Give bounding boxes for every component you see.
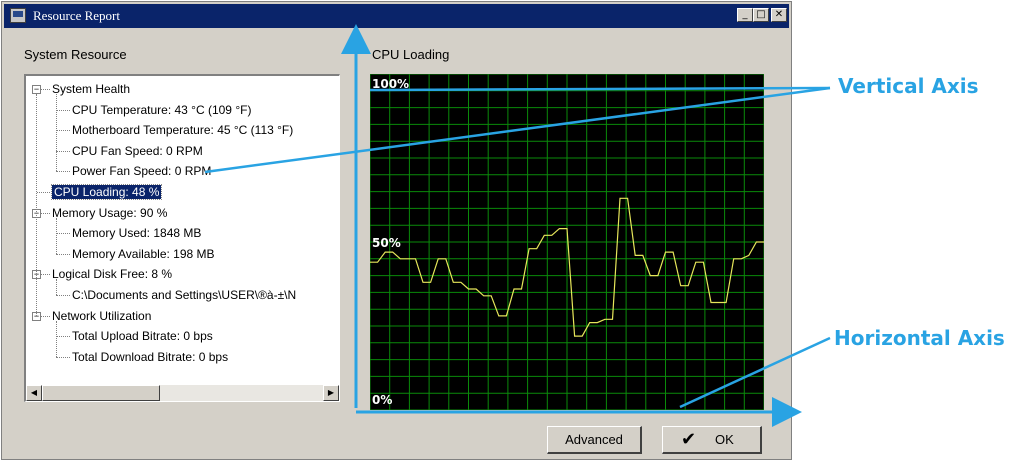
vertical-axis-callout: Vertical Axis — [838, 74, 979, 98]
tree-connector — [36, 94, 37, 316]
window-title: Resource Report — [33, 8, 121, 23]
tree-item-label: System Health — [52, 82, 131, 96]
maximize-button[interactable]: □ — [753, 8, 769, 22]
horizontal-scrollbar[interactable]: ◀ ▶ — [26, 385, 339, 401]
tree-item[interactable]: Network Utilization — [52, 306, 151, 326]
y-tick-label: 0% — [372, 393, 392, 407]
scroll-left-button[interactable]: ◀ — [26, 385, 42, 401]
tree-item[interactable]: Motherboard Temperature: 45 °C (113 °F) — [72, 120, 293, 140]
tree-item[interactable]: Memory Available: 198 MB — [72, 244, 215, 264]
tree-connector — [56, 130, 70, 132]
scroll-right-button[interactable]: ▶ — [323, 385, 339, 401]
tree-item-label: Total Download Bitrate: 0 bps — [72, 349, 229, 364]
tree-connector — [41, 274, 50, 276]
tree-connector — [56, 171, 70, 173]
chart-grid — [370, 74, 764, 410]
tree-item[interactable]: CPU Fan Speed: 0 RPM — [72, 141, 203, 161]
tree-item[interactable]: CPU Temperature: 43 °C (109 °F) — [72, 100, 251, 120]
tree-item-label: Power Fan Speed: 0 RPM — [72, 164, 212, 179]
tree-item-label: Memory Used: 1848 MB — [72, 226, 202, 241]
checkmark-icon: ✔ — [681, 429, 697, 449]
tree-connector — [56, 279, 57, 295]
tree-item-label: CPU Temperature: 43 °C (109 °F) — [72, 102, 252, 117]
system-resource-tree[interactable]: System Health − CPU Temperature: 43 °C (10… — [24, 74, 340, 402]
title-bar[interactable]: Resource Report _ □ ✕ — [4, 4, 789, 28]
tree-item[interactable]: Power Fan Speed: 0 RPM — [72, 161, 211, 181]
ok-button[interactable]: ✔ OK — [662, 426, 762, 454]
scroll-thumb[interactable] — [42, 385, 160, 401]
tree-item[interactable]: C:\Documents and Settings\USER\®à-±\N — [72, 285, 296, 305]
tree-item[interactable]: Memory Used: 1848 MB — [72, 223, 201, 243]
minimize-button[interactable]: _ — [737, 8, 753, 22]
tree-connector — [56, 233, 70, 235]
y-tick-label: 100% — [372, 77, 409, 91]
ok-button-label: OK — [715, 432, 734, 447]
tree-item-label: Network Utilization — [52, 308, 152, 323]
tree-connector — [41, 315, 50, 317]
cpu-loading-label: CPU Loading — [372, 47, 450, 62]
close-button[interactable]: ✕ — [771, 8, 787, 22]
tree-connector — [56, 295, 70, 296]
system-resource-label: System Resource — [24, 47, 127, 62]
tree-connector — [56, 253, 70, 255]
tree-item-label: CPU Fan Speed: 0 RPM — [72, 143, 203, 158]
tree-connector — [56, 94, 57, 172]
tree-item-label: Memory Available: 198 MB — [72, 246, 215, 261]
tree-connector — [56, 217, 57, 254]
tree-collapse-icon[interactable]: − — [32, 85, 41, 94]
advanced-button-label: Advanced — [565, 432, 623, 447]
tree-connector — [56, 150, 70, 152]
tree-item-label: C:\Documents and Settings\USER\®à-±\N — [72, 288, 297, 302]
advanced-button[interactable]: Advanced — [547, 426, 642, 454]
tree-connector — [56, 109, 70, 111]
tree-item[interactable]: CPU Loading: 48 % — [50, 182, 163, 202]
tree-item[interactable]: System Health — [52, 79, 130, 99]
tree-item[interactable]: Total Upload Bitrate: 0 bps — [72, 326, 213, 346]
tree-connector — [41, 89, 50, 90]
tree-connector — [56, 356, 70, 358]
tree-item-label: Memory Usage: 90 % — [52, 205, 168, 220]
tree-connector — [56, 336, 70, 338]
tree-connector — [37, 192, 50, 193]
cpu-loading-chart: 100% 50% 0% — [370, 74, 764, 410]
tree-connector — [56, 320, 57, 357]
y-tick-label: 50% — [372, 236, 401, 250]
app-window-icon — [10, 8, 26, 23]
tree-item-label: Total Upload Bitrate: 0 bps — [72, 329, 213, 344]
tree-connector — [41, 212, 50, 214]
tree-item-label: CPU Loading: 48 % — [50, 184, 163, 200]
tree-item[interactable]: Total Download Bitrate: 0 bps — [72, 347, 228, 367]
tree-item-label: Motherboard Temperature: 45 °C (113 °F) — [72, 123, 294, 138]
tree-item[interactable]: Memory Usage: 90 % — [52, 203, 167, 223]
horizontal-axis-callout: Horizontal Axis — [834, 326, 1005, 350]
tree-item-label: Logical Disk Free: 8 % — [52, 267, 173, 282]
tree-item[interactable]: Logical Disk Free: 8 % — [52, 264, 172, 284]
resource-report-window: Resource Report _ □ ✕ System Resource CP… — [1, 1, 792, 460]
